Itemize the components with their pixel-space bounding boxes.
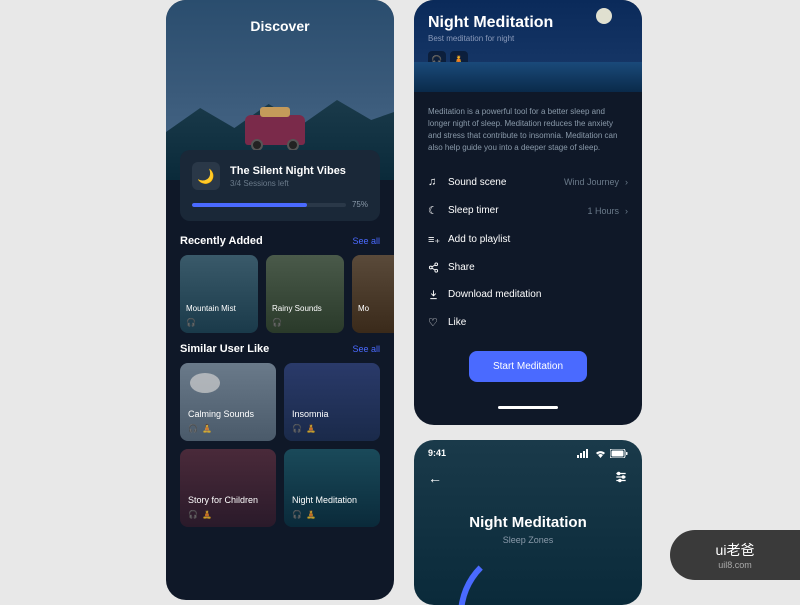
music-note-icon: ♫ (428, 176, 448, 188)
status-time: 9:41 (428, 448, 446, 458)
similar-card-story[interactable]: Story for Children 🎧🧘 (180, 449, 276, 527)
similar-card-insomnia[interactable]: Insomnia 🎧🧘 (284, 363, 380, 441)
signal-icon (577, 449, 591, 458)
add-playlist-row[interactable]: ≡₊ Add to playlist (428, 225, 628, 254)
detail-subtitle: Best meditation for night (428, 34, 628, 43)
current-session-card[interactable]: 🌙 The Silent Night Vibes 3/4 Sessions le… (180, 150, 380, 221)
recently-card-rainy-sounds[interactable]: Rainy Sounds 🎧 (266, 255, 344, 333)
back-button[interactable]: ← (428, 470, 442, 486)
meditation-icon: 🧘 (306, 510, 316, 519)
recently-added-title: Recently Added (180, 235, 263, 247)
playlist-add-icon: ≡₊ (428, 233, 448, 246)
recently-card-mountain-mist[interactable]: Mountain Mist 🎧 (180, 255, 258, 333)
session-subtitle: 3/4 Sessions left (230, 179, 346, 188)
similar-card-calming[interactable]: Calming Sounds 🎧🧘 (180, 363, 276, 441)
recently-see-all[interactable]: See all (352, 236, 380, 246)
page-title: Discover (250, 18, 309, 34)
sleep-timer-row[interactable]: ☾ Sleep timer 1 Hours › (428, 196, 628, 225)
like-row[interactable]: ♡ Like (428, 308, 628, 337)
battery-icon (610, 449, 628, 458)
progress-bar (192, 203, 346, 207)
similar-title: Similar User Like (180, 343, 269, 355)
status-bar: 9:41 (414, 440, 642, 466)
discover-screen: Discover 🌙 The Silent Night Vibes 3/4 Se… (166, 0, 394, 600)
start-meditation-button[interactable]: Start Meditation (469, 351, 587, 382)
headphones-icon: 🎧 (186, 318, 196, 327)
chevron-right-icon: › (625, 177, 628, 187)
player-screen: 9:41 ← Night Meditation Sleep Zones (414, 440, 642, 605)
progress-percent: 75% (352, 200, 368, 209)
home-indicator (498, 406, 558, 409)
session-title: The Silent Night Vibes (230, 165, 346, 177)
download-icon (428, 289, 448, 300)
headphones-icon: 🎧 (272, 318, 282, 327)
player-title: Night Meditation (414, 514, 642, 531)
meditation-detail-screen: Night Meditation Best meditation for nig… (414, 0, 642, 425)
heart-icon: ♡ (428, 316, 448, 329)
progress-ring (458, 545, 598, 605)
chevron-right-icon: › (625, 206, 628, 216)
player-subtitle: Sleep Zones (414, 535, 642, 545)
headphones-icon: 🎧 (292, 510, 302, 519)
watermark: ui老爸 uil8.com (670, 530, 800, 580)
similar-see-all[interactable]: See all (352, 344, 380, 354)
headphones-icon: 🎧 (292, 424, 302, 433)
sound-scene-row[interactable]: ♫ Sound scene Wind Journey › (428, 168, 628, 196)
meditation-icon: 🧘 (202, 510, 212, 519)
detail-hero: Night Meditation Best meditation for nig… (414, 0, 642, 92)
moon-icon: 🌙 (192, 162, 220, 190)
wifi-icon (594, 449, 607, 458)
headphones-icon: 🎧 (188, 424, 198, 433)
settings-sliders-icon[interactable] (614, 470, 628, 486)
similar-card-night[interactable]: Night Meditation 🎧🧘 (284, 449, 380, 527)
headphones-icon: 🎧 (188, 510, 198, 519)
recently-card-cut[interactable]: Mo (352, 255, 394, 333)
share-row[interactable]: Share (428, 254, 628, 281)
moon-icon: ☾ (428, 204, 448, 217)
download-row[interactable]: Download meditation (428, 281, 628, 308)
share-icon (428, 262, 448, 273)
detail-description: Meditation is a powerful tool for a bett… (428, 106, 628, 154)
meditation-icon: 🧘 (306, 424, 316, 433)
meditation-icon: 🧘 (202, 424, 212, 433)
